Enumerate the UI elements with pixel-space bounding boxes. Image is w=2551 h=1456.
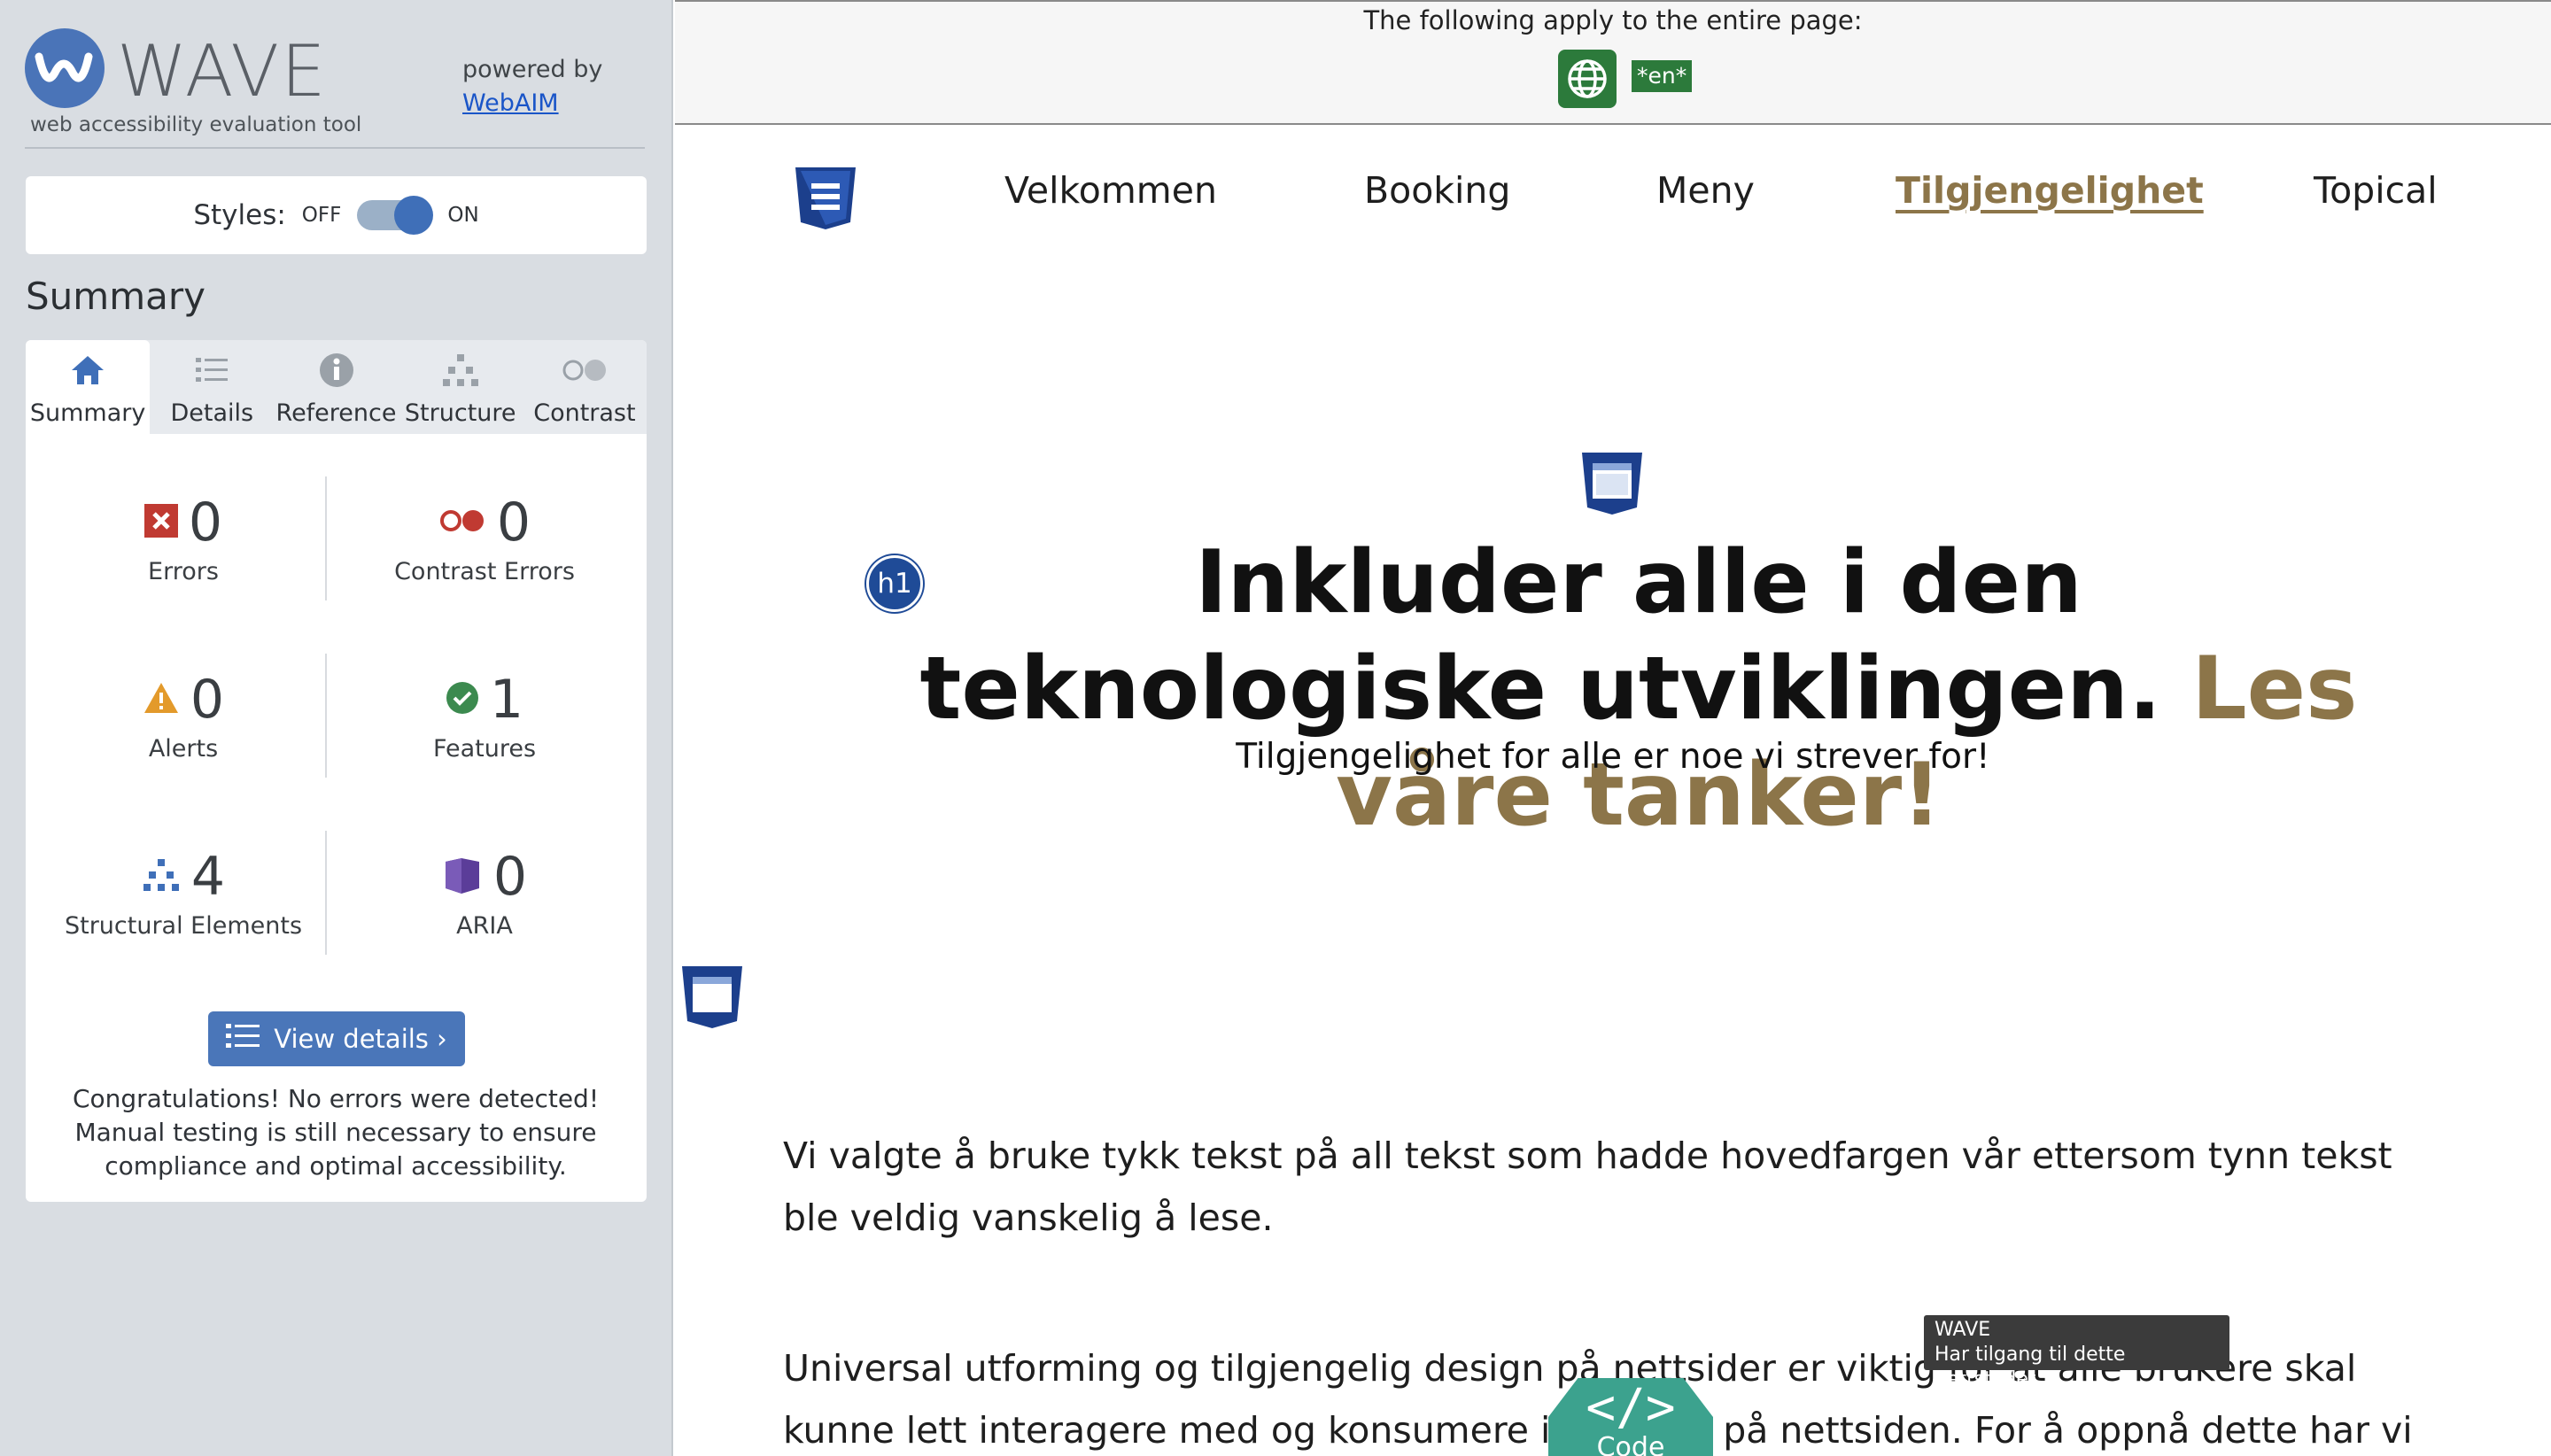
tab-structure[interactable]: Structure [399,340,523,434]
tab-contrast[interactable]: Contrast [523,340,647,434]
code-toggle-button[interactable]: </> Code [1548,1378,1713,1456]
error-icon [143,504,178,541]
tab-label: Reference [275,399,397,427]
wave-tooltip: WAVE Har tilgang til dette nettstedet [1924,1315,2229,1390]
stat-structural[interactable]: 4 Structural Elements [42,841,325,974]
globe-icon[interactable] [1558,50,1617,108]
content-paragraph: Vi valgte å bruke tykk tekst på all teks… [783,1135,2392,1239]
alerts-label: Alerts [148,735,219,763]
html5-nav-icon[interactable] [794,166,857,235]
contrast-icon [561,346,609,394]
styles-label: Styles: [193,199,286,231]
hierarchy-icon [441,346,480,394]
errors-label: Errors [148,558,219,585]
alert-icon [143,681,180,718]
aria-count: 0 [492,846,528,908]
language-badge[interactable]: *en* [1632,60,1693,92]
toggle-knob[interactable] [394,196,434,235]
page-banner: The following apply to the entire page: … [675,0,2551,125]
wave-sidebar: WAVE web accessibility evaluation tool p… [0,0,673,1456]
contrast-errors-count: 0 [496,492,531,554]
wave-logo-icon[interactable] [25,28,105,108]
divider [325,654,327,778]
tab-summary[interactable]: Summary [26,340,151,434]
tab-label: Structure [404,399,516,427]
styles-toggle-box: Styles: OFF ON [26,176,647,254]
hero-subtitle: Tilgjengelighet for alle er noe vi strev… [1236,737,1990,777]
feature-check-icon [446,681,479,718]
contrast-error-icon [438,507,486,538]
powered-by-label: powered by [462,56,603,83]
site-nav: Velkommen Booking Meny Tilgjengelighet T… [675,125,2551,267]
stat-alerts[interactable]: 0 Alerts [42,664,325,797]
code-icon: </> [1586,1379,1676,1437]
nav-link-tilgjengelighet[interactable]: Tilgjengelighet [1896,169,2204,212]
aria-cube-icon [442,855,483,899]
nav-link-meny[interactable]: Meny [1656,169,1755,212]
congrats-message: Congratulations! No errors were detected… [72,1084,600,1181]
features-label: Features [432,735,537,763]
list-icon [194,346,229,394]
contrast-errors-label: Contrast Errors [394,558,575,585]
view-details-button[interactable]: View details › [208,1011,465,1066]
divider [325,476,327,600]
wave-tagline: web accessibility evaluation tool [30,113,362,136]
stat-features[interactable]: 1 Features [343,664,626,797]
features-count: 1 [489,669,524,731]
webaim-link[interactable]: WebAIM [462,89,559,117]
summary-title: Summary [26,275,205,318]
structural-label: Structural Elements [64,912,303,940]
page-banner-text: The following apply to the entire page: [1363,5,1863,35]
heading-main-text: Inkluder alle i den teknologiske utvikli… [919,532,2162,740]
styles-toggle[interactable] [357,196,434,235]
nav-link-velkommen[interactable]: Velkommen [1004,169,1217,212]
errors-count: 0 [188,492,223,554]
tab-reference[interactable]: Reference [274,340,398,434]
panel-tabs: Summary Details Reference Structure Cont… [26,340,647,434]
page-heading: Inkluder alle i den teknologiske utvikli… [886,530,2392,848]
nav-link-topical[interactable]: Topical [2314,169,2438,212]
tooltip-title: WAVE [1935,1319,1991,1341]
stat-aria[interactable]: 0 ARIA [343,841,626,974]
html5-aside-icon[interactable] [680,964,744,1034]
wave-logo-text: WAVE [117,30,328,112]
stat-contrast-errors[interactable]: 0 Contrast Errors [343,487,626,620]
home-icon [70,346,105,394]
wave-brand: WAVE web accessibility evaluation tool p… [25,27,645,149]
list-icon [226,1022,260,1057]
tooltip-text: Har tilgang til dette nettstedet [1935,1344,2126,1390]
stat-errors[interactable]: 0 Errors [42,487,325,620]
view-details-label: View details › [274,1024,447,1054]
tab-details[interactable]: Details [150,340,274,434]
info-icon [319,346,354,394]
divider [325,831,327,955]
code-label: Code [1596,1432,1665,1456]
tab-label: Summary [29,399,146,427]
structure-icon [142,857,181,896]
alerts-count: 0 [190,669,225,731]
html5-section-icon[interactable] [1580,451,1644,520]
summary-panel: Summary Details Reference Structure Cont… [26,340,647,1202]
nav-link-booking[interactable]: Booking [1364,169,1510,212]
aria-label: ARIA [456,912,513,940]
structural-count: 4 [190,846,226,908]
tab-label: Contrast [533,399,636,427]
toggle-on-label: ON [447,204,479,227]
toggle-off-label: OFF [301,204,342,227]
tab-label: Details [170,399,254,427]
powered-by: powered by WebAIM [462,53,602,120]
